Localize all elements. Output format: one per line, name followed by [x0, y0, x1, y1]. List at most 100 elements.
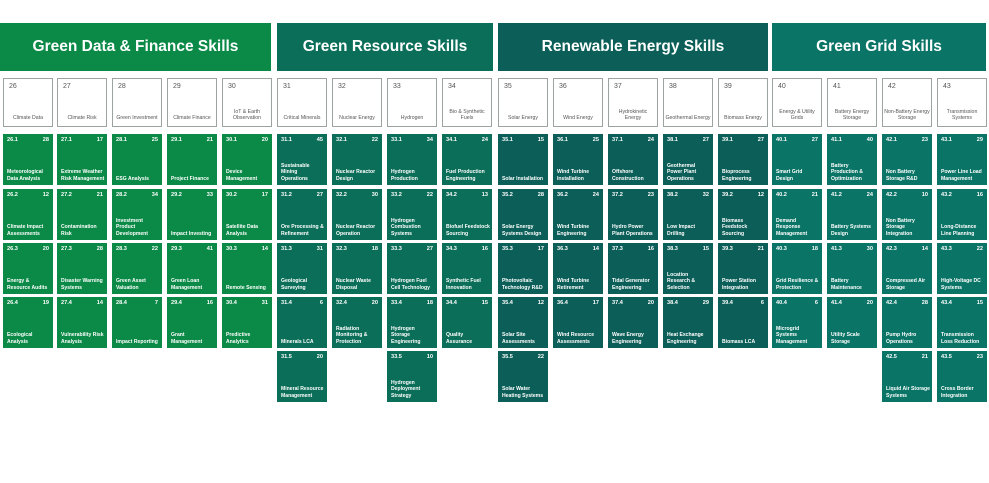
skill-tile[interactable]: 26.1 28 Meteorological Data Analysis: [3, 134, 53, 185]
skill-tile[interactable]: 29.3 41 Green Loan Management: [167, 243, 217, 294]
skill-tile[interactable]: 27.3 28 Disaster Warning Systems: [57, 243, 107, 294]
skill-tile[interactable]: 38.2 32 Low Impact Drilling: [663, 189, 713, 240]
skill-count: 27: [316, 192, 323, 198]
skill-tile[interactable]: 31.3 31 Geological Surveying: [277, 243, 327, 294]
skill-tile[interactable]: 35.2 28 Solar Energy Systems Design: [498, 189, 548, 240]
skill-column-header[interactable]: 27 Climate Risk: [57, 78, 107, 127]
skill-tile[interactable]: 43.3 22 High-Voltage DC Systems: [937, 243, 987, 294]
skill-tile[interactable]: 27.4 14 Vulnerability Risk Analysis: [57, 297, 107, 348]
skill-tile[interactable]: 36.3 14 Wind Turbine Retirement: [553, 243, 603, 294]
skill-column-header[interactable]: 35 Solar Energy: [498, 78, 548, 127]
skill-column-header[interactable]: 26 Climate Data: [3, 78, 53, 127]
skill-tile[interactable]: 26.4 19 Ecological Analysis: [3, 297, 53, 348]
skill-tile[interactable]: 38.1 27 Geothermal Power Plant Operations: [663, 134, 713, 185]
skill-tile[interactable]: 43.5 23 Cross Border Integration: [937, 351, 987, 402]
skill-column-header[interactable]: 43 Transmission Systems: [937, 78, 987, 127]
skill-tile[interactable]: 32.4 20 Radiation Monitoring & Protection: [332, 297, 382, 348]
skill-column-header[interactable]: 33 Hydrogen: [387, 78, 437, 127]
skill-tile[interactable]: 35.5 22 Solar Water Heating Systems: [498, 351, 548, 402]
skill-column-header[interactable]: 41 Battery Energy Storage: [827, 78, 877, 127]
skill-tile[interactable]: 40.4 6 Microgrid Systems Management: [772, 297, 822, 348]
skill-tile[interactable]: 37.3 16 Tidal Generator Engineering: [608, 243, 658, 294]
skill-tile[interactable]: 30.3 14 Remote Sensing: [222, 243, 272, 294]
skill-tile[interactable]: 27.2 21 Contamination Risk: [57, 189, 107, 240]
skill-column-header[interactable]: 32 Nuclear Energy: [332, 78, 382, 127]
skill-id: 35.1: [502, 137, 513, 143]
skill-tile[interactable]: 35.1 15 Solar Installation: [498, 134, 548, 185]
skill-tile[interactable]: 31.4 6 Minerals LCA: [277, 297, 327, 348]
skill-column-header[interactable]: 30 IoT & Earth Observation: [222, 78, 272, 127]
skill-tile[interactable]: 27.1 17 Extreme Weather Risk Management: [57, 134, 107, 185]
skill-tile[interactable]: 37.4 20 Wave Energy Engineering: [608, 297, 658, 348]
skill-tile[interactable]: 37.1 24 Offshore Construction: [608, 134, 658, 185]
skill-column-header[interactable]: 38 Geothermal Energy: [663, 78, 713, 127]
skill-tile[interactable]: 31.2 27 Ore Processing & Refinement: [277, 189, 327, 240]
skill-column-header[interactable]: 40 Energy & Utility Grids: [772, 78, 822, 127]
skill-tile[interactable]: 36.4 17 Wind Resource Assessments: [553, 297, 603, 348]
skill-count: 32: [702, 192, 709, 198]
skill-tile[interactable]: 26.2 12 Climate Impact Assessments: [3, 189, 53, 240]
skill-tile[interactable]: 42.5 21 Liquid Air Storage Systems: [882, 351, 932, 402]
skill-tile[interactable]: 32.2 30 Nuclear Reactor Operation: [332, 189, 382, 240]
skill-tile[interactable]: 30.2 17 Satellite Data Analysis: [222, 189, 272, 240]
skill-tile[interactable]: 36.2 24 Wind Turbine Engineering: [553, 189, 603, 240]
skill-tile[interactable]: 42.2 10 Non Battery Storage Integration: [882, 189, 932, 240]
skill-tile[interactable]: 28.2 34 Investment Product Development: [112, 189, 162, 240]
skill-tile[interactable]: 28.4 7 Impact Reporting: [112, 297, 162, 348]
skill-column-header[interactable]: 29 Climate Finance: [167, 78, 217, 127]
skill-tile[interactable]: 29.2 33 Impact Investing: [167, 189, 217, 240]
skill-tile[interactable]: 32.1 22 Nuclear Reactor Design: [332, 134, 382, 185]
skill-count: 14: [261, 246, 268, 252]
skill-tile[interactable]: 33.5 10 Hydrogen Deployment Strategy: [387, 351, 437, 402]
skill-tile[interactable]: 41.2 24 Battery Systems Design: [827, 189, 877, 240]
skill-tile[interactable]: 43.1 29 Power Line Load Management: [937, 134, 987, 185]
skill-tile[interactable]: 33.3 27 Hydrogen Fuel Cell Technology: [387, 243, 437, 294]
skill-tile[interactable]: 30.4 31 Predictive Analytics: [222, 297, 272, 348]
skill-tile[interactable]: 33.4 18 Hydrogen Storage Engineering: [387, 297, 437, 348]
skill-tile[interactable]: 39.1 27 Bioprocess Engineering: [718, 134, 768, 185]
skill-tile[interactable]: 40.3 18 Grid Resilience & Protection: [772, 243, 822, 294]
skill-tile[interactable]: 43.2 16 Long-Distance Line Planning: [937, 189, 987, 240]
skill-tile[interactable]: 41.4 20 Utility Scale Storage: [827, 297, 877, 348]
skill-tile[interactable]: 29.4 16 Grant Management: [167, 297, 217, 348]
skill-tile[interactable]: 39.3 21 Power Station Integration: [718, 243, 768, 294]
skill-tile[interactable]: 40.2 21 Demand Response Management: [772, 189, 822, 240]
skill-column-header[interactable]: 39 Biomass Energy: [718, 78, 768, 127]
skill-tile[interactable]: 41.1 40 Battery Production & Optimization: [827, 134, 877, 185]
skill-column-header[interactable]: 31 Critical Minerals: [277, 78, 327, 127]
skill-tile[interactable]: 31.1 45 Sustainable Mining Operations: [277, 134, 327, 185]
skill-column-header[interactable]: 28 Green Investment: [112, 78, 162, 127]
skill-tile[interactable]: 39.2 12 Biomass Feedstock Sourcing: [718, 189, 768, 240]
skill-tile[interactable]: 33.1 34 Hydrogen Production: [387, 134, 437, 185]
skill-tile[interactable]: 30.1 20 Device Management: [222, 134, 272, 185]
skill-tile[interactable]: 28.1 25 ESG Analysis: [112, 134, 162, 185]
skill-tile[interactable]: 35.3 17 Photovoltaic Technology R&D: [498, 243, 548, 294]
skill-tile[interactable]: 38.4 29 Heat Exchange Engineering: [663, 297, 713, 348]
skill-tile[interactable]: 34.3 16 Synthetic Fuel Innovation: [442, 243, 492, 294]
skill-count: 12: [757, 192, 764, 198]
skill-tile[interactable]: 31.5 20 Mineral Resource Management: [277, 351, 327, 402]
skill-tile[interactable]: 36.1 25 Wind Turbine Installation: [553, 134, 603, 185]
skill-tile[interactable]: 26.3 20 Energy & Resource Audits: [3, 243, 53, 294]
skill-tile[interactable]: 40.1 27 Smart Grid Design: [772, 134, 822, 185]
skill-column-header[interactable]: 34 Bio & Synthetic Fuels: [442, 78, 492, 127]
skill-tile[interactable]: 39.4 6 Biomass LCA: [718, 297, 768, 348]
skill-tile[interactable]: 34.2 13 Biofuel Feedstock Sourcing: [442, 189, 492, 240]
skill-tile[interactable]: 38.3 15 Location Research & Selection: [663, 243, 713, 294]
skill-tile[interactable]: 35.4 12 Solar Site Assessments: [498, 297, 548, 348]
skill-column-header[interactable]: 42 Non-Battery Energy Storage: [882, 78, 932, 127]
skill-tile[interactable]: 34.4 15 Quality Assurance: [442, 297, 492, 348]
skill-column-header[interactable]: 36 Wind Energy: [553, 78, 603, 127]
skill-tile[interactable]: 28.3 22 Green Asset Valuation: [112, 243, 162, 294]
skill-tile[interactable]: 32.3 18 Nuclear Waste Disposal: [332, 243, 382, 294]
skill-tile[interactable]: 42.3 14 Compressed Air Storage: [882, 243, 932, 294]
skill-column-header[interactable]: 37 Hydrokinetic Energy: [608, 78, 658, 127]
skill-tile[interactable]: 34.1 24 Fuel Production Engineering: [442, 134, 492, 185]
skill-tile[interactable]: 37.2 23 Hydro Power Plant Operations: [608, 189, 658, 240]
skill-tile[interactable]: 42.1 23 Non Battery Storage R&D: [882, 134, 932, 185]
skill-tile[interactable]: 29.1 21 Project Finance: [167, 134, 217, 185]
skill-tile[interactable]: 42.4 28 Pump Hydro Operations: [882, 297, 932, 348]
skill-tile[interactable]: 43.4 15 Transmission Loss Reduction: [937, 297, 987, 348]
skill-tile[interactable]: 33.2 22 Hydrogen Combustion Systems: [387, 189, 437, 240]
skill-tile[interactable]: 41.3 30 Battery Maintenance: [827, 243, 877, 294]
